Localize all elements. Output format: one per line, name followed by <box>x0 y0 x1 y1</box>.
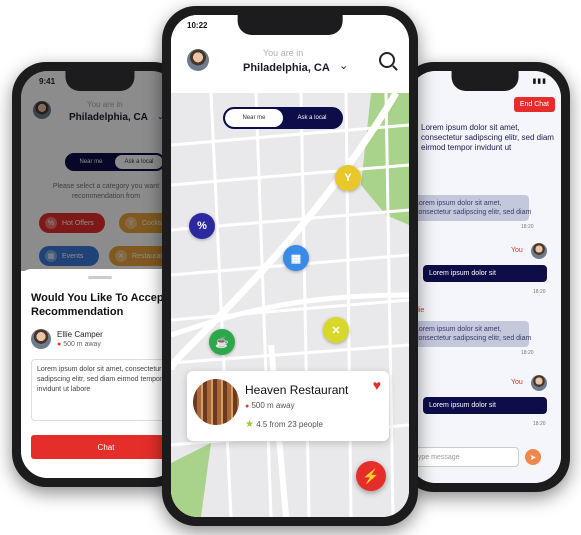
my-avatar <box>531 243 547 259</box>
status-time: 9:41 <box>39 77 56 86</box>
restaurant-marker[interactable]: ✕ <box>323 317 349 343</box>
timestamp: 18:20 <box>521 224 534 230</box>
recommender-avatar <box>31 329 51 349</box>
search-icon[interactable] <box>379 52 395 68</box>
recommendation-screen: 9:41 You are in Philadelphia, CA ⌄ Near … <box>21 71 178 478</box>
location-pin-icon: ● <box>245 403 250 410</box>
phone-left: 9:41 You are in Philadelphia, CA ⌄ Near … <box>12 62 187 487</box>
message-input[interactable]: Type message <box>409 447 519 467</box>
lightning-icon[interactable]: ⚡ <box>356 461 386 491</box>
sender-you: You <box>511 379 523 386</box>
timestamp: 18:20 <box>533 421 546 427</box>
message-received: Lorem ipsum dolor sit amet, consectetur … <box>409 321 531 347</box>
heart-icon[interactable]: ♥ <box>373 377 381 393</box>
chat-screen: ▮▮▮ End Chat Lorem ipsum dolor sit amet,… <box>409 71 561 483</box>
cafe-marker[interactable]: ☕ <box>209 329 235 355</box>
map-screen: 10:22 You are in Philadelphia, CA ⌄ Near… <box>171 15 409 517</box>
cocktail-marker[interactable]: Y <box>335 165 361 191</box>
near-me-toggle: Near me Ask a local <box>223 107 343 129</box>
location-selector[interactable]: Philadelphia, CA <box>243 62 330 74</box>
signal-icon: ▮▮▮ <box>532 78 547 85</box>
sender-you: You <box>511 247 523 254</box>
timestamp: 18:20 <box>533 289 546 295</box>
location-label: You are in <box>263 48 304 58</box>
place-rating: ★ 4.5 from 23 people <box>245 419 323 430</box>
location-pin-icon: ● <box>57 341 62 348</box>
chevron-down-icon[interactable]: ⌄ <box>339 59 348 72</box>
recommender-distance: ● 500 m away <box>57 341 101 348</box>
my-avatar <box>531 375 547 391</box>
recommender-name: Ellie Camper <box>57 330 103 339</box>
notch <box>451 71 519 91</box>
place-card[interactable]: Heaven Restaurant ● 500 m away ★ 4.5 fro… <box>187 371 389 441</box>
place-name: Heaven Restaurant <box>245 383 349 397</box>
notch <box>64 71 135 91</box>
phone-right: ▮▮▮ End Chat Lorem ipsum dolor sit amet,… <box>400 62 570 492</box>
app-showcase: 9:41 You are in Philadelphia, CA ⌄ Near … <box>0 0 581 535</box>
phone-center: 10:22 You are in Philadelphia, CA ⌄ Near… <box>162 6 418 526</box>
tab-ask-local[interactable]: Ask a local <box>283 109 341 127</box>
send-icon[interactable]: ➤ <box>525 449 541 465</box>
accept-recommendation-sheet: Would You Like To Accept Recommendation … <box>21 269 178 478</box>
tab-near-me[interactable]: Near me <box>225 109 283 127</box>
status-time: 10:22 <box>187 21 208 30</box>
header: 10:22 You are in Philadelphia, CA ⌄ <box>171 15 409 93</box>
offer-marker[interactable]: % <box>189 213 215 239</box>
star-icon: ★ <box>245 419 254 430</box>
message-sent: Lorem ipsum dolor sit <box>423 397 547 414</box>
sheet-title: Would You Like To Accept Recommendation <box>31 292 168 318</box>
notch <box>237 15 343 35</box>
restaurant-photo <box>193 379 239 425</box>
message-received: Lorem ipsum dolor sit amet, consectetur … <box>409 195 531 221</box>
timestamp: 18:20 <box>521 350 534 356</box>
recommendation-message: Lorem ipsum dolor sit amet, consectetur … <box>31 359 178 421</box>
sheet-handle[interactable] <box>87 276 112 279</box>
end-chat-button[interactable]: End Chat <box>513 97 555 112</box>
message-sent: Lorem ipsum dolor sit <box>423 265 547 282</box>
event-marker[interactable]: ▦ <box>283 245 309 271</box>
message-received: Lorem ipsum dolor sit amet, consectetur … <box>421 123 554 152</box>
avatar[interactable] <box>187 49 209 71</box>
chat-button[interactable]: Chat <box>31 435 178 459</box>
modal-backdrop[interactable] <box>21 71 178 271</box>
place-distance: ● 500 m away <box>245 401 295 410</box>
